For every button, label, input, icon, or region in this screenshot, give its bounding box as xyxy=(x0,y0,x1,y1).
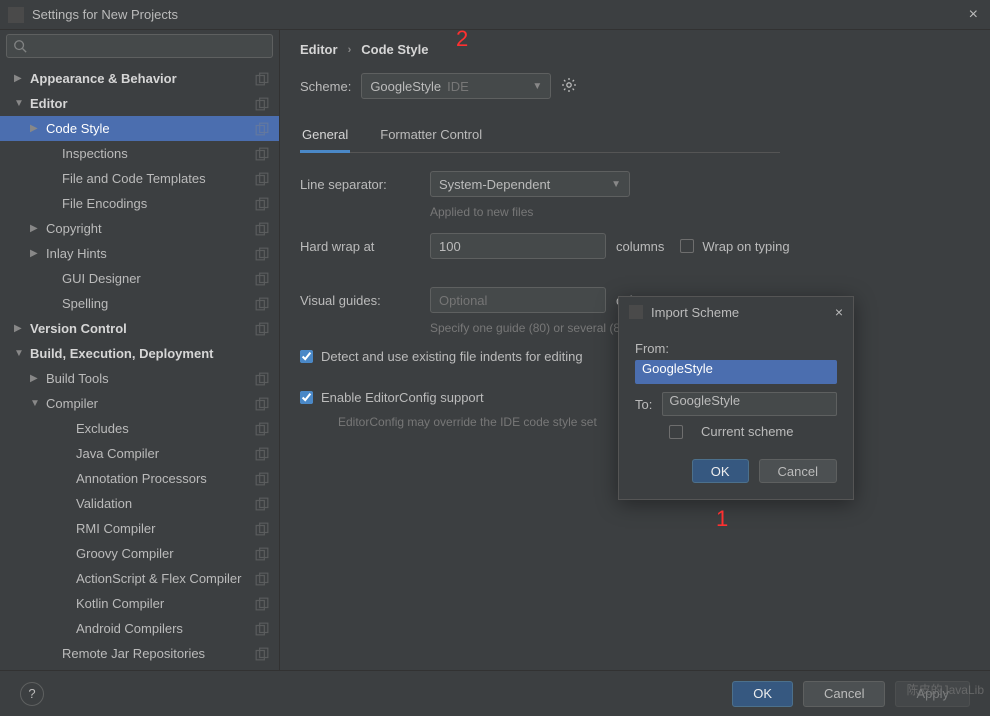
sidebar-item-build-tools[interactable]: ▶Build Tools xyxy=(0,366,279,391)
help-button[interactable]: ? xyxy=(20,682,44,706)
line-separator-hint: Applied to new files xyxy=(430,205,970,219)
sidebar-item-groovy-compiler[interactable]: Groovy Compiler xyxy=(0,541,279,566)
chevron-right-icon: › xyxy=(348,44,352,56)
sidebar-item-actionscript-flex-compiler[interactable]: ActionScript & Flex Compiler xyxy=(0,566,279,591)
settings-tree: ▶Appearance & Behavior▼Editor▶Code Style… xyxy=(0,62,279,670)
tab-general[interactable]: General xyxy=(300,121,350,153)
line-separator-label: Line separator: xyxy=(300,177,430,192)
visual-guides-input[interactable] xyxy=(430,287,606,313)
sidebar-item-code-style[interactable]: ▶Code Style xyxy=(0,116,279,141)
app-icon xyxy=(629,305,643,319)
dialog-ok-button[interactable]: OK xyxy=(692,459,749,483)
sidebar-item-compiler[interactable]: ▼Compiler xyxy=(0,391,279,416)
to-input[interactable]: GoogleStyle xyxy=(662,392,837,416)
tab-formatter-control[interactable]: Formatter Control xyxy=(378,121,484,152)
visual-guides-label: Visual guides: xyxy=(300,293,430,308)
hard-wrap-label: Hard wrap at xyxy=(300,239,430,254)
sidebar-item-file-encodings[interactable]: File Encodings xyxy=(0,191,279,216)
bottom-bar: ? OK Cancel Apply xyxy=(0,670,990,716)
sidebar-item-copyright[interactable]: ▶Copyright xyxy=(0,216,279,241)
sidebar-item-remote-jar-repositories[interactable]: Remote Jar Repositories xyxy=(0,641,279,666)
arrow-icon: ▼ xyxy=(30,398,42,409)
arrow-icon: ▶ xyxy=(30,248,42,259)
sidebar-item-validation[interactable]: Validation xyxy=(0,491,279,516)
cancel-button[interactable]: Cancel xyxy=(803,681,885,707)
import-scheme-dialog: Import Scheme × From: GoogleStyle To: Go… xyxy=(618,296,854,500)
window-title: Settings for New Projects xyxy=(32,7,965,22)
sidebar-item-build-execution-deployment[interactable]: ▼Build, Execution, Deployment xyxy=(0,341,279,366)
titlebar: Settings for New Projects × xyxy=(0,0,990,30)
close-icon[interactable]: × xyxy=(835,304,843,320)
ok-button[interactable]: OK xyxy=(732,681,793,707)
sidebar-item-excludes[interactable]: Excludes xyxy=(0,416,279,441)
app-icon xyxy=(8,7,24,23)
sidebar-item-editor[interactable]: ▼Editor xyxy=(0,91,279,116)
tabs: General Formatter Control xyxy=(300,121,780,153)
arrow-icon: ▶ xyxy=(14,323,26,334)
hard-wrap-input[interactable] xyxy=(430,233,606,259)
from-input[interactable]: GoogleStyle xyxy=(635,360,837,384)
breadcrumb: Editor › Code Style xyxy=(300,42,970,57)
line-separator-select[interactable]: System-Dependent ▼ xyxy=(430,171,630,197)
sidebar-item-java-compiler[interactable]: Java Compiler xyxy=(0,441,279,466)
from-label: From: xyxy=(635,341,837,356)
to-label: To: xyxy=(635,397,652,412)
search-input[interactable] xyxy=(6,34,273,58)
wrap-on-typing-checkbox[interactable]: Wrap on typing xyxy=(680,239,789,254)
sidebar-item-inspections[interactable]: Inspections xyxy=(0,141,279,166)
breadcrumb-code-style: Code Style xyxy=(361,42,428,57)
sidebar-item-version-control[interactable]: ▶Version Control xyxy=(0,316,279,341)
sidebar-item-inlay-hints[interactable]: ▶Inlay Hints xyxy=(0,241,279,266)
sidebar-item-spelling[interactable]: Spelling xyxy=(0,291,279,316)
sidebar: ▶Appearance & Behavior▼Editor▶Code Style… xyxy=(0,30,280,670)
scheme-label: Scheme: xyxy=(300,79,351,94)
arrow-icon: ▼ xyxy=(14,98,26,109)
arrow-icon: ▶ xyxy=(30,373,42,384)
arrow-icon: ▼ xyxy=(14,348,26,359)
close-icon[interactable]: × xyxy=(965,6,982,24)
breadcrumb-editor[interactable]: Editor xyxy=(300,42,338,57)
sidebar-item-annotation-processors[interactable]: Annotation Processors xyxy=(0,466,279,491)
sidebar-item-appearance-behavior[interactable]: ▶Appearance & Behavior xyxy=(0,66,279,91)
gear-icon[interactable] xyxy=(561,77,577,96)
sidebar-item-file-and-code-templates[interactable]: File and Code Templates xyxy=(0,166,279,191)
chevron-down-icon: ▼ xyxy=(532,81,542,92)
dialog-title: Import Scheme xyxy=(651,305,835,320)
scheme-select[interactable]: GoogleStyleIDE ▼ xyxy=(361,73,551,99)
sidebar-item-kotlin-compiler[interactable]: Kotlin Compiler xyxy=(0,591,279,616)
chevron-down-icon: ▼ xyxy=(611,179,621,190)
sidebar-item-rmi-compiler[interactable]: RMI Compiler xyxy=(0,516,279,541)
sidebar-item-android-compilers[interactable]: Android Compilers xyxy=(0,616,279,641)
current-scheme-checkbox[interactable]: Current scheme xyxy=(669,424,837,439)
search-icon xyxy=(13,39,27,53)
arrow-icon: ▶ xyxy=(30,223,42,234)
dialog-cancel-button[interactable]: Cancel xyxy=(759,459,837,483)
sidebar-item-gui-designer[interactable]: GUI Designer xyxy=(0,266,279,291)
apply-button: Apply xyxy=(895,681,970,707)
scheme-row: Scheme: GoogleStyleIDE ▼ xyxy=(300,73,970,99)
columns-label: columns xyxy=(616,239,664,254)
arrow-icon: ▶ xyxy=(30,123,42,134)
arrow-icon: ▶ xyxy=(14,73,26,84)
